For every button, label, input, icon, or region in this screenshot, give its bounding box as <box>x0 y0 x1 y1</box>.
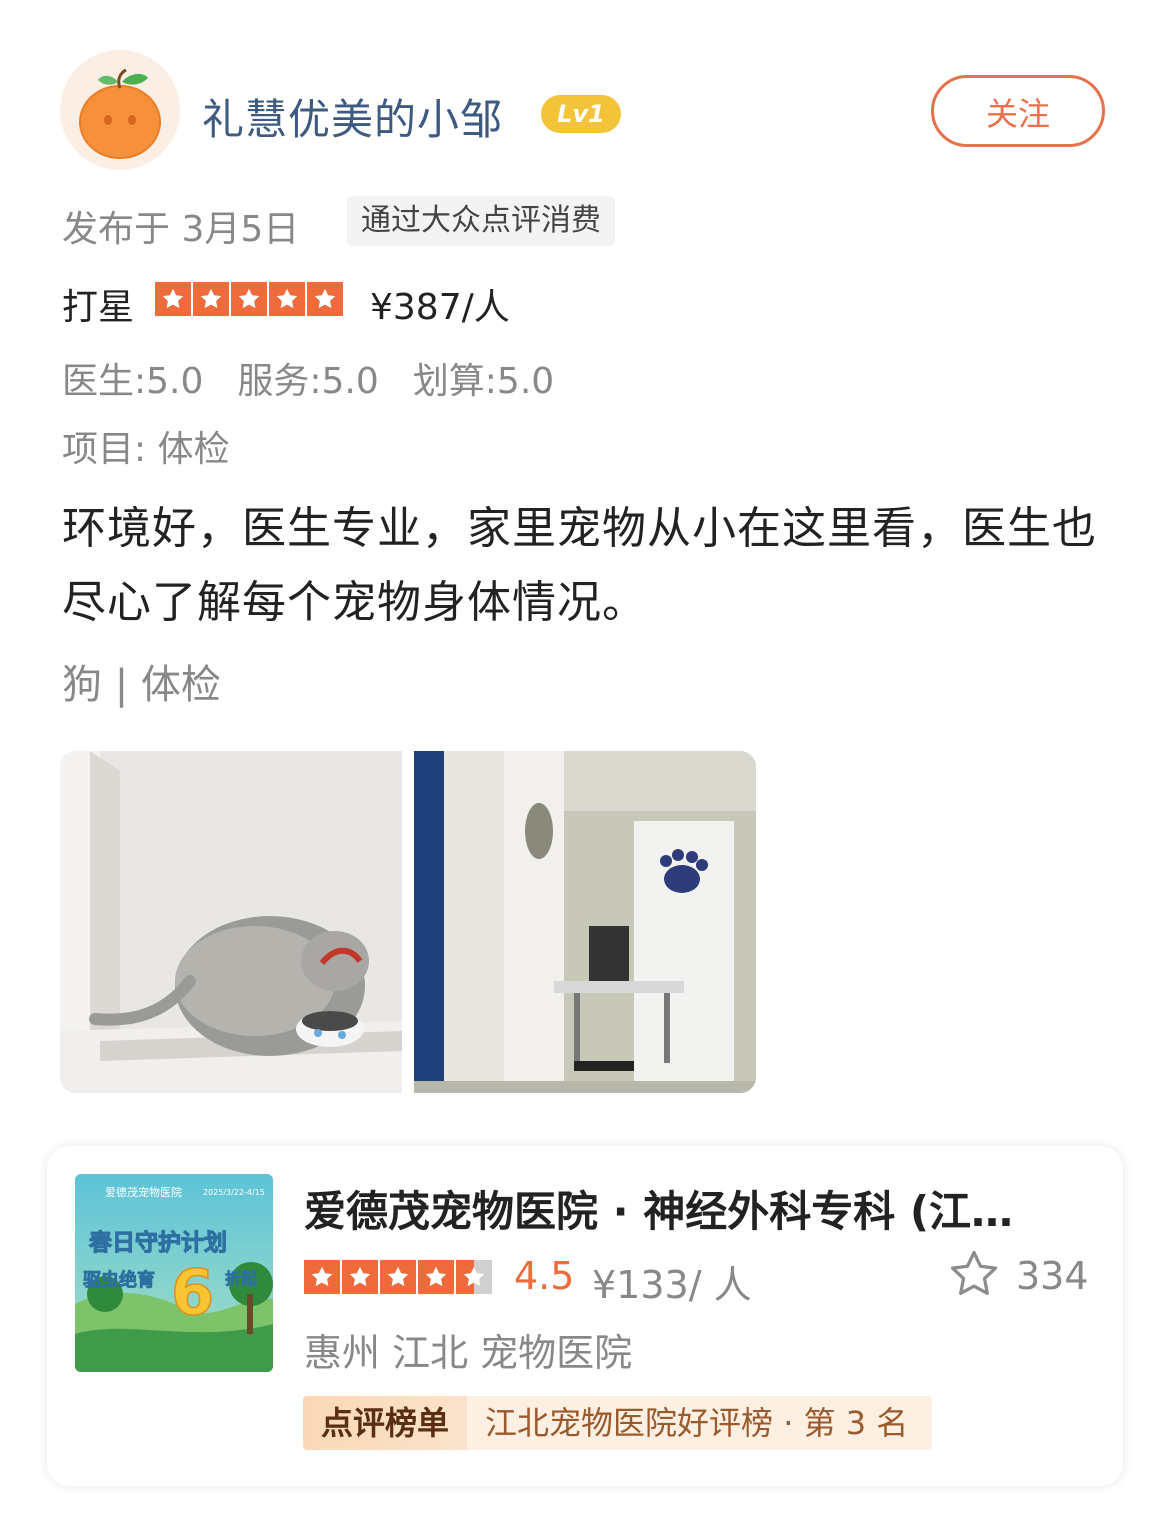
follow-button[interactable]: 关注 <box>931 75 1105 147</box>
shop-region: 惠州 江北 宠物医院 <box>304 1331 633 1375</box>
ranking-banner[interactable]: 点评榜单 江北宠物医院好评榜 · 第 3 名 <box>303 1396 933 1450</box>
thumb-promo-right: 折起 <box>225 1269 258 1288</box>
ranking-badge: 点评榜单 <box>303 1396 468 1450</box>
star-icon <box>342 1260 378 1294</box>
star-icon <box>304 1260 340 1294</box>
review-star-rating <box>155 282 343 316</box>
level-badge: Lv1 <box>541 95 621 133</box>
thumb-headline: 春日守护计划 <box>88 1229 227 1256</box>
consumption-source-tag: 通过大众点评消费 <box>347 196 615 246</box>
review-photo-cat[interactable] <box>60 751 402 1093</box>
shop-price: ¥133/ 人 <box>592 1263 752 1307</box>
project-line: 项目: 体检 <box>62 429 230 470</box>
shop-star-rating <box>304 1260 492 1294</box>
favorite-count: 334 <box>1016 1254 1089 1298</box>
star-icon <box>380 1260 416 1294</box>
username[interactable]: 礼慧优美的小邹 <box>202 86 503 147</box>
doctor-score: 医生:5.0 <box>62 361 204 402</box>
review-photo-clinic-room[interactable] <box>414 751 756 1093</box>
thumb-date-range: 2025/3/22-4/15 <box>203 1188 265 1197</box>
publish-date: 发布于 3月5日 <box>62 209 300 250</box>
star-icon <box>307 282 343 316</box>
star-icon <box>456 1260 492 1294</box>
review-tags: 狗 | 体检 <box>62 662 221 708</box>
star-icon <box>193 282 229 316</box>
star-icon <box>231 282 267 316</box>
orange-avatar-icon <box>60 50 180 170</box>
star-icon <box>418 1260 454 1294</box>
price-per-person: ¥387/人 <box>370 287 510 328</box>
ranking-text: 江北宠物医院好评榜 · 第 3 名 <box>467 1396 933 1450</box>
shop-thumbnail[interactable]: 爱德茂宠物医院 2025/3/22-4/15 春日守护计划 驱虫绝育 6 折起 <box>75 1174 273 1372</box>
shop-score: 4.5 <box>514 1254 575 1298</box>
favorite-star-icon[interactable] <box>946 1246 1002 1302</box>
value-score: 划算:5.0 <box>412 361 555 402</box>
star-icon <box>269 282 305 316</box>
shop-name[interactable]: 爱德茂宠物医院 · 神经外科专科 (江… <box>304 1178 1054 1239</box>
rating-label: 打星 <box>62 287 135 328</box>
sub-scores: 医生:5.0 服务:5.0 划算:5.0 <box>62 352 554 404</box>
avatar[interactable] <box>60 50 180 170</box>
review-text[interactable]: 环境好，医生专业，家里宠物从小在这里看，医生也尽心了解每个宠物身体情况。 <box>62 492 1112 640</box>
thumb-clinic-label: 爱德茂宠物医院 <box>105 1185 182 1199</box>
star-icon <box>155 282 191 316</box>
thumb-promo-left: 驱虫绝育 <box>83 1269 155 1291</box>
thumb-promo-number: 6 <box>171 1256 214 1329</box>
service-score: 服务:5.0 <box>237 361 379 402</box>
